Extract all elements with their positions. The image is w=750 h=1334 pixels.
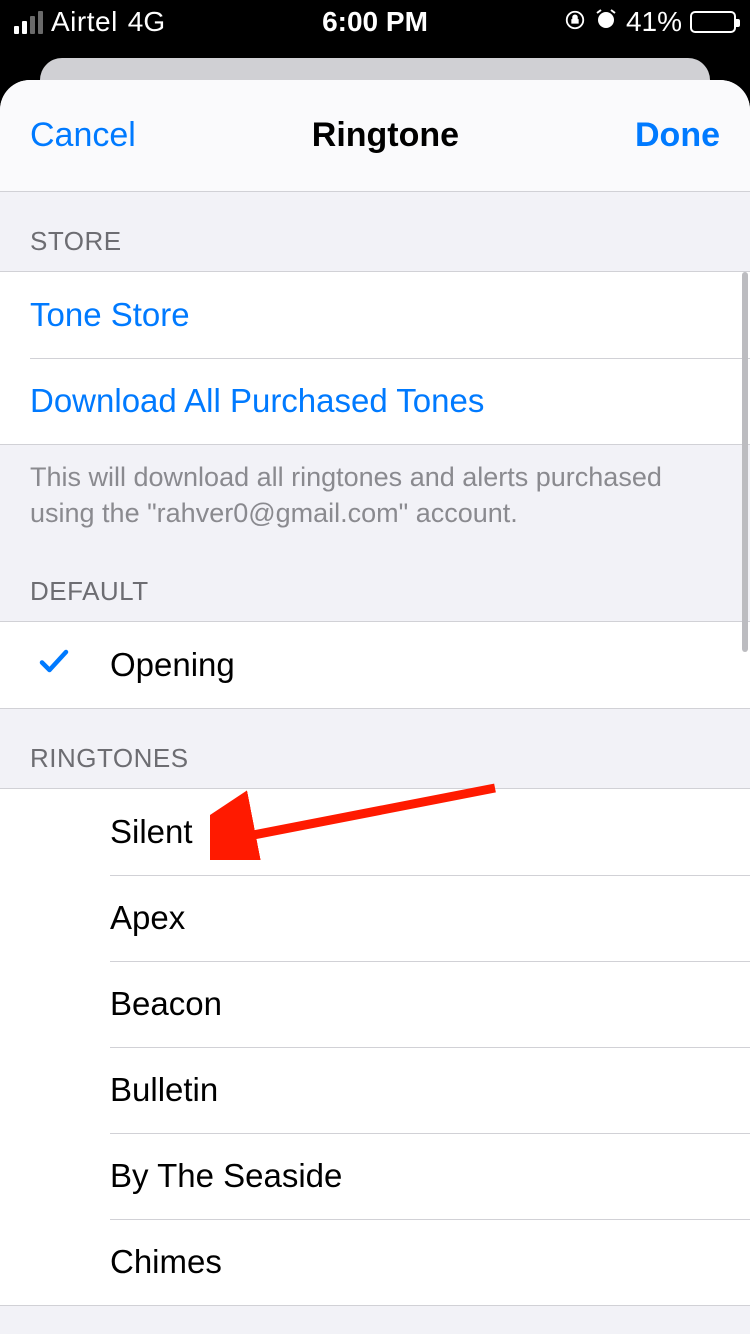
status-bar: Airtel 4G 6:00 PM 41% <box>0 0 750 44</box>
section-header-store: STORE <box>0 192 750 271</box>
default-list: Opening <box>0 621 750 709</box>
ringtone-row-bytheseaside[interactable]: By The Seaside <box>0 1133 750 1219</box>
section-header-ringtones: RINGTONES <box>0 709 750 788</box>
section-header-default: DEFAULT <box>0 542 750 621</box>
ringtone-row-beacon[interactable]: Beacon <box>0 961 750 1047</box>
cancel-button[interactable]: Cancel <box>30 116 136 155</box>
nav-bar: Cancel Ringtone Done <box>0 80 750 192</box>
status-left: Airtel 4G <box>14 6 165 38</box>
done-button[interactable]: Done <box>635 116 720 155</box>
signal-icon <box>14 11 43 34</box>
ringtone-row-bulletin[interactable]: Bulletin <box>0 1047 750 1133</box>
download-all-row[interactable]: Download All Purchased Tones <box>0 358 750 444</box>
checkmark-icon <box>36 643 72 687</box>
battery-icon <box>690 11 736 33</box>
ringtones-list: Silent Apex Beacon Bulletin By The Seasi… <box>0 788 750 1306</box>
tone-store-row[interactable]: Tone Store <box>0 272 750 358</box>
battery-percent: 41% <box>626 6 682 38</box>
scrollbar[interactable] <box>742 272 748 652</box>
status-right: 41% <box>564 6 736 38</box>
default-ringtone-row[interactable]: Opening <box>0 622 750 708</box>
ringtone-sheet: Cancel Ringtone Done STORE Tone Store Do… <box>0 80 750 1334</box>
carrier-label: Airtel <box>51 6 118 38</box>
ringtone-row-silent[interactable]: Silent <box>0 789 750 875</box>
default-ringtone-label: Opening <box>110 646 235 684</box>
orientation-lock-icon <box>564 6 586 38</box>
network-label: 4G <box>128 6 165 38</box>
ringtone-row-apex[interactable]: Apex <box>0 875 750 961</box>
ringtone-row-chimes[interactable]: Chimes <box>0 1219 750 1305</box>
store-list: Tone Store Download All Purchased Tones <box>0 271 750 445</box>
download-footer: This will download all ringtones and ale… <box>0 445 750 542</box>
clock: 6:00 PM <box>322 6 428 38</box>
alarm-icon <box>594 6 618 38</box>
page-title: Ringtone <box>312 116 459 155</box>
